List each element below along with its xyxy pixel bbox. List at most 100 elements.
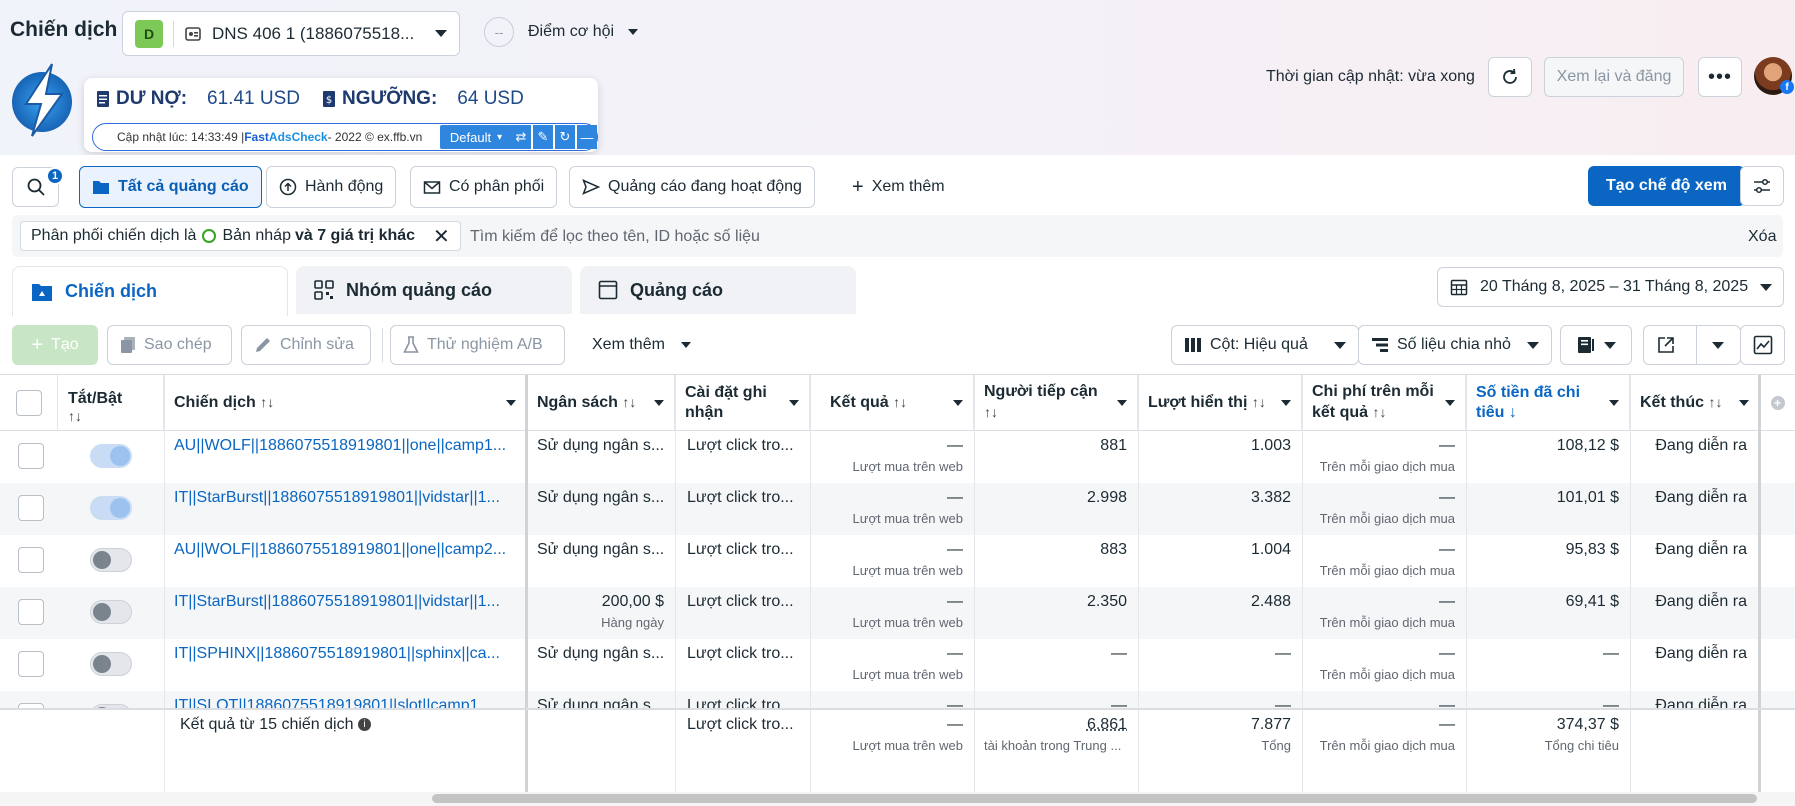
info-icon[interactable]: i	[357, 718, 371, 732]
ends-cell: Đang diễn ra	[1655, 437, 1747, 454]
tab-adsets[interactable]: Nhóm quảng cáo	[296, 266, 572, 314]
more-options-button[interactable]: •••	[1698, 57, 1742, 97]
tab-campaigns-label: Chiến dịch	[65, 281, 158, 301]
opportunity-score[interactable]: -- Điểm cơ hội	[484, 17, 639, 47]
campaign-toggle[interactable]	[90, 496, 132, 520]
calendar-icon	[1450, 278, 1468, 296]
grid-icon	[314, 280, 334, 300]
opportunity-score-icon: --	[484, 17, 514, 47]
toolbar-more-button[interactable]: Xem thêm	[580, 325, 703, 365]
shuffle-icon[interactable]: ⇄	[511, 125, 531, 149]
breakdown-button[interactable]: Số liệu chia nhỏ	[1358, 325, 1552, 365]
tab-active-ads[interactable]: Quảng cáo đang hoạt động	[569, 166, 815, 208]
reports-button[interactable]	[1560, 325, 1632, 365]
amount-spent-cell: —	[1603, 645, 1619, 662]
date-range-picker[interactable]: 20 Tháng 8, 2025 – 31 Tháng 8, 2025	[1437, 267, 1784, 307]
col-reach[interactable]: Người tiếp cận ↑↓	[974, 375, 1138, 431]
col-toggle[interactable]: Tắt/Bật ↑↓	[58, 375, 164, 431]
line-chart-icon	[1753, 335, 1773, 355]
col-attribution[interactable]: Cài đặt ghi nhận	[675, 375, 810, 431]
refresh-button[interactable]	[1488, 57, 1532, 97]
toolbar-more-label: Xem thêm	[592, 336, 665, 353]
row-checkbox[interactable]	[18, 495, 44, 521]
col-campaign[interactable]: Chiến dịch ↑↓	[164, 375, 527, 431]
add-column-icon: +	[1770, 395, 1785, 410]
campaign-toggle[interactable]	[90, 444, 132, 468]
add-column[interactable]: +	[1760, 375, 1795, 431]
ab-test-button[interactable]: Thử nghiệm A/B	[390, 325, 565, 365]
campaign-name-link[interactable]: IT||StarBurst||1886075518919801||vidstar…	[174, 489, 500, 506]
col-budget[interactable]: Ngân sách ↑↓	[527, 375, 675, 431]
campaign-name-link[interactable]: IT||SPHINX||1886075518919801||sphinx||ca…	[174, 645, 500, 662]
review-publish-button[interactable]: Xem lại và đăng	[1544, 57, 1684, 97]
col-ends[interactable]: Kết thúc ↑↓	[1630, 375, 1760, 431]
campaign-name-link[interactable]: AU||WOLF||1886075518919801||one||camp1..…	[174, 437, 506, 454]
account-selector[interactable]: D DNS 406 1 (1886075518...	[122, 11, 460, 56]
col-budget-label: Ngân sách	[537, 394, 618, 411]
filter-chip[interactable]: Phân phối chiến dịch là Bản nháp và 7 gi…	[20, 221, 461, 251]
table-row[interactable]: IT||SPHINX||1886075518919801||sphinx||ca…	[0, 639, 1795, 691]
duplicate-button[interactable]: Sao chép	[107, 325, 232, 365]
columns-button[interactable]: Cột: Hiệu quả	[1171, 325, 1359, 365]
results-cell: — Lượt mua trên web	[810, 483, 974, 535]
campaign-name-link[interactable]: AU||WOLF||1886075518919801||one||camp2..…	[174, 541, 506, 558]
create-view-button[interactable]: Tạo chế độ xem	[1588, 166, 1745, 206]
edit-icon[interactable]: ✎	[533, 125, 553, 149]
breakdown-icon	[1371, 337, 1389, 353]
col-cost-per-result[interactable]: Chi phí trên mỗi kết quả ↑↓	[1302, 375, 1466, 431]
row-checkbox[interactable]	[18, 443, 44, 469]
row-checkbox[interactable]	[18, 651, 44, 677]
clear-filters-button[interactable]: Xóa	[1748, 228, 1776, 246]
campaign-toggle[interactable]	[90, 652, 132, 676]
campaign-name-cell: IT||SPHINX||1886075518919801||sphinx||ca…	[164, 639, 525, 691]
tab-action[interactable]: Hành động	[266, 166, 397, 208]
row-checkbox[interactable]	[18, 599, 44, 625]
edit-button[interactable]: Chỉnh sửa	[241, 325, 371, 365]
tab-campaigns[interactable]: Chiến dịch	[12, 266, 288, 316]
minimize-icon[interactable]: —	[577, 125, 597, 149]
budget-value: Sử dụng ngân s...	[537, 645, 665, 662]
row-checkbox[interactable]	[18, 547, 44, 573]
money-file-icon: $	[322, 90, 336, 108]
table-row[interactable]: IT||StarBurst||1886075518919801||vidstar…	[0, 587, 1795, 639]
summary-reach-value[interactable]: 6.861	[984, 716, 1127, 734]
tab-has-delivery[interactable]: Có phân phối	[410, 166, 558, 208]
budget-cell: Sử dụng ngân s...	[527, 639, 675, 691]
reach-cell: 881	[1100, 437, 1127, 454]
export-dropdown[interactable]	[1695, 326, 1740, 364]
summary-label-text: Kết quả từ 15 chiến dịch	[180, 716, 354, 733]
charts-button[interactable]	[1740, 325, 1785, 365]
close-icon[interactable]: ✕	[433, 224, 450, 249]
table-row[interactable]: AU||WOLF||1886075518919801||one||camp2..…	[0, 535, 1795, 587]
attribution-cell: Lượt click tro...	[687, 541, 794, 558]
tab-all-ads[interactable]: Tất cả quảng cáo	[79, 166, 262, 208]
view-settings-button[interactable]	[1740, 166, 1784, 206]
select-all-checkbox[interactable]	[15, 389, 42, 416]
adscheck-summary: DƯ NỢ: 61.41 USD $ NGƯỠNG: 64 USD	[96, 88, 540, 110]
export-button-group[interactable]	[1643, 325, 1741, 365]
see-more-tabs-button[interactable]: + Xem thêm	[840, 166, 957, 208]
reach-cell: 2.998	[1086, 489, 1127, 506]
col-amount-spent[interactable]: Số tiền đã chi tiêu ↓	[1466, 375, 1630, 431]
reach-cell: 2.350	[1086, 593, 1127, 610]
chevron-down-icon	[1712, 341, 1725, 349]
column-divider	[525, 710, 528, 792]
tab-ads[interactable]: Quảng cáo	[580, 266, 856, 314]
filter-search-input[interactable]: Tìm kiếm để lọc theo tên, ID hoặc số liệ…	[470, 228, 760, 246]
chevron-down-icon	[1527, 341, 1539, 349]
create-button[interactable]: + Tạo	[12, 325, 98, 365]
col-results[interactable]: Kết quả ↑↓	[810, 375, 974, 431]
table-row[interactable]: AU||WOLF||1886075518919801||one||camp1..…	[0, 431, 1795, 483]
table-row[interactable]: IT||StarBurst||1886075518919801||vidstar…	[0, 483, 1795, 535]
search-icon	[26, 177, 46, 197]
campaign-toggle[interactable]	[90, 548, 132, 572]
campaign-toggle[interactable]	[90, 600, 132, 624]
export-icon[interactable]	[1644, 326, 1688, 364]
horizontal-scrollbar[interactable]	[432, 794, 1757, 803]
campaign-name-link[interactable]: IT||StarBurst||1886075518919801||vidstar…	[174, 593, 500, 610]
refresh-icon[interactable]: ↻	[555, 125, 575, 149]
profile-select[interactable]: Default ▾	[440, 125, 512, 149]
budget-value: 200,00 $	[601, 593, 664, 610]
chevron-down-icon	[1117, 399, 1127, 406]
col-impressions[interactable]: Lượt hiển thị ↑↓	[1138, 375, 1302, 431]
